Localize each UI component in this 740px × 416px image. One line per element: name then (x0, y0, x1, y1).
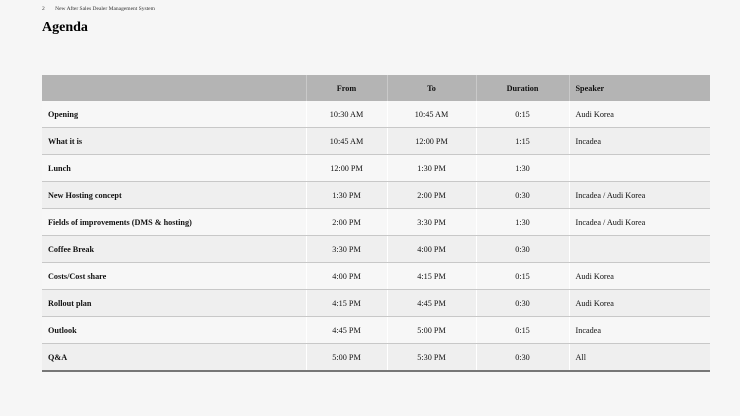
start-time: 5:00 PM (306, 343, 388, 372)
agenda-table-body: Opening 10:30 AM 10:45 AM 0:15 Audi Kore… (42, 101, 710, 372)
speaker: Incadea / Audi Korea (569, 181, 710, 209)
speaker: All (569, 343, 710, 372)
speaker: Audi Korea (569, 289, 710, 317)
page-title: Agenda (42, 20, 88, 35)
duration: 0:30 (476, 181, 570, 209)
table-row: New Hosting concept 1:30 PM 2:00 PM 0:30… (42, 181, 710, 209)
end-time: 1:30 PM (387, 154, 477, 182)
table-row: Q&A 5:00 PM 5:30 PM 0:30 All (42, 343, 710, 372)
speaker: Audi Korea (569, 101, 710, 128)
duration: 0:30 (476, 343, 570, 372)
agenda-item: Opening (42, 101, 307, 128)
slide: 2 New After Sales Dealer Management Syst… (0, 0, 740, 416)
end-time: 12:00 PM (387, 127, 477, 155)
column-header-from: From (306, 75, 388, 101)
start-time: 1:30 PM (306, 181, 388, 209)
slide-header: 2 New After Sales Dealer Management Syst… (42, 6, 155, 12)
agenda-table: From To Duration Speaker Opening 10:30 A… (42, 75, 710, 372)
table-row: Fields of improvements (DMS & hosting) 2… (42, 208, 710, 236)
start-time: 10:30 AM (306, 101, 388, 128)
speaker: Incadea / Audi Korea (569, 208, 710, 236)
agenda-item: What it is (42, 127, 307, 155)
column-header-to: To (387, 75, 477, 101)
duration: 0:30 (476, 235, 570, 263)
agenda-table-header: From To Duration Speaker (42, 75, 710, 101)
agenda-item: Outlook (42, 316, 307, 344)
end-time: 3:30 PM (387, 208, 477, 236)
column-header-item (42, 75, 307, 101)
end-time: 5:00 PM (387, 316, 477, 344)
speaker (569, 154, 710, 182)
table-row: Opening 10:30 AM 10:45 AM 0:15 Audi Kore… (42, 101, 710, 128)
table-row: Outlook 4:45 PM 5:00 PM 0:15 Incadea (42, 316, 710, 344)
start-time: 4:15 PM (306, 289, 388, 317)
document-title: New After Sales Dealer Management System (55, 6, 155, 12)
page-number: 2 (42, 6, 45, 12)
column-header-duration: Duration (476, 75, 570, 101)
start-time: 12:00 PM (306, 154, 388, 182)
agenda-item: Coffee Break (42, 235, 307, 263)
agenda-item: Rollout plan (42, 289, 307, 317)
agenda-item: Costs/Cost share (42, 262, 307, 290)
header-row: From To Duration Speaker (42, 75, 710, 101)
table-row: Costs/Cost share 4:00 PM 4:15 PM 0:15 Au… (42, 262, 710, 290)
duration: 0:15 (476, 316, 570, 344)
end-time: 4:15 PM (387, 262, 477, 290)
start-time: 4:00 PM (306, 262, 388, 290)
table-row: Lunch 12:00 PM 1:30 PM 1:30 (42, 154, 710, 182)
speaker: Incadea (569, 316, 710, 344)
start-time: 3:30 PM (306, 235, 388, 263)
table-row: Coffee Break 3:30 PM 4:00 PM 0:30 (42, 235, 710, 263)
end-time: 4:00 PM (387, 235, 477, 263)
agenda-item: Q&A (42, 343, 307, 372)
table-row: Rollout plan 4:15 PM 4:45 PM 0:30 Audi K… (42, 289, 710, 317)
speaker (569, 235, 710, 263)
agenda-item: New Hosting concept (42, 181, 307, 209)
column-header-speaker: Speaker (569, 75, 710, 101)
end-time: 10:45 AM (387, 101, 477, 128)
start-time: 10:45 AM (306, 127, 388, 155)
end-time: 2:00 PM (387, 181, 477, 209)
start-time: 4:45 PM (306, 316, 388, 344)
duration: 0:15 (476, 262, 570, 290)
table-row: What it is 10:45 AM 12:00 PM 1:15 Incade… (42, 127, 710, 155)
end-time: 4:45 PM (387, 289, 477, 317)
end-time: 5:30 PM (387, 343, 477, 372)
duration: 0:15 (476, 101, 570, 128)
duration: 0:30 (476, 289, 570, 317)
agenda-item: Lunch (42, 154, 307, 182)
duration: 1:30 (476, 208, 570, 236)
duration: 1:15 (476, 127, 570, 155)
speaker: Incadea (569, 127, 710, 155)
speaker: Audi Korea (569, 262, 710, 290)
start-time: 2:00 PM (306, 208, 388, 236)
agenda-item: Fields of improvements (DMS & hosting) (42, 208, 307, 236)
duration: 1:30 (476, 154, 570, 182)
